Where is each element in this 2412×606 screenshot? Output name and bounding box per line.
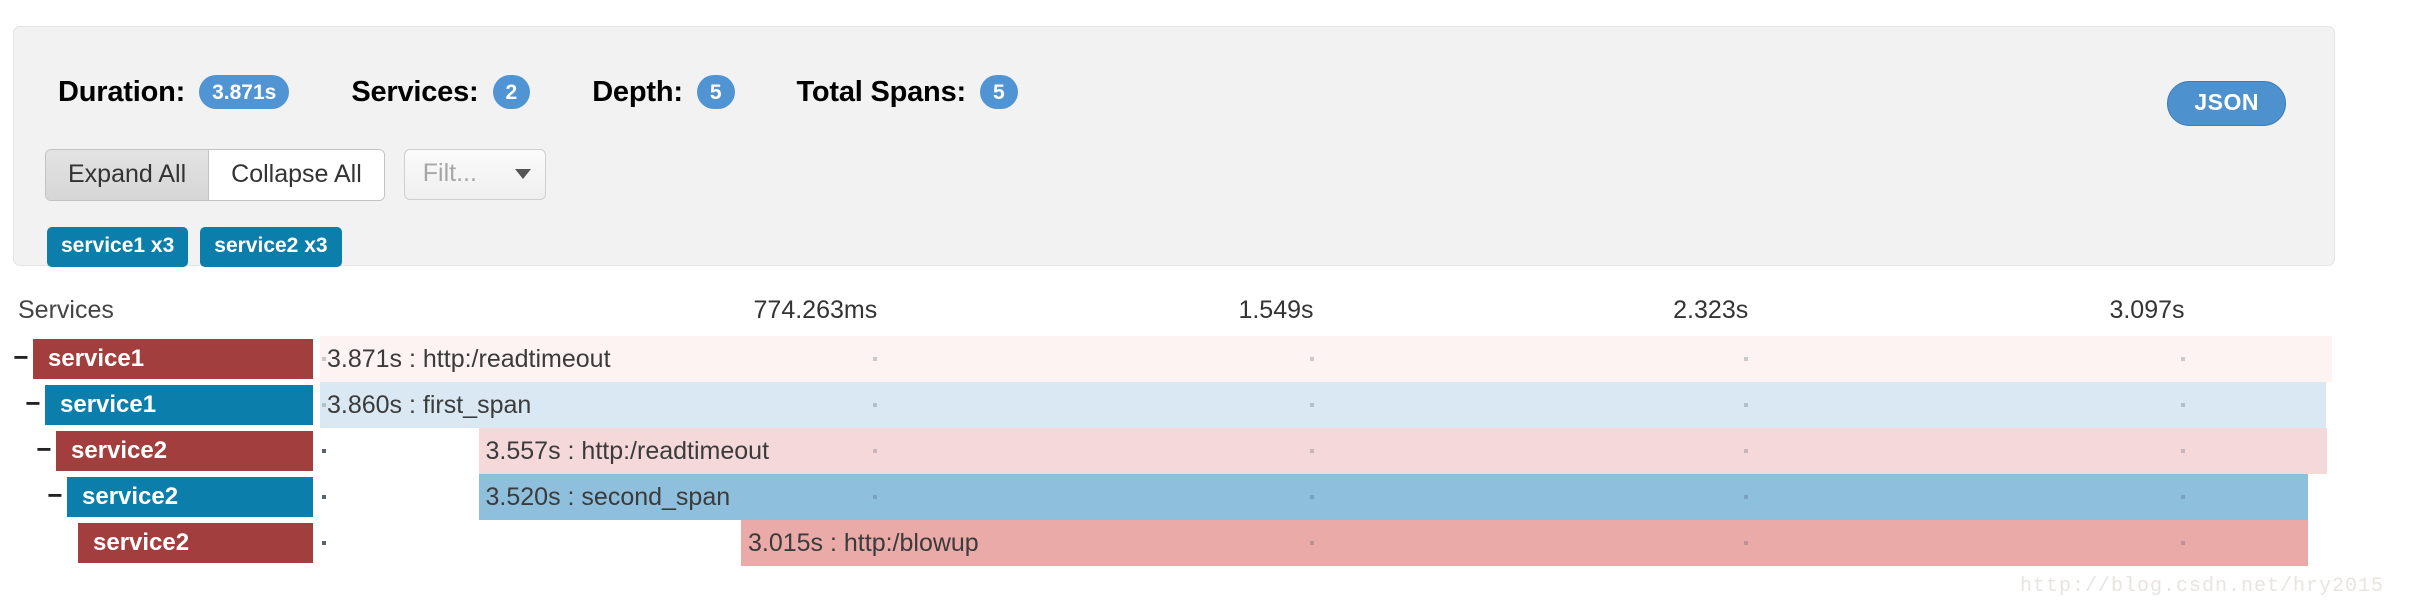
trace-metric: Depth: 5 — [592, 75, 735, 109]
timeline-gridline-dot — [1744, 403, 1749, 407]
timeline-gridline-dot — [2180, 541, 2185, 545]
span-collapse-toggle[interactable]: − — [47, 482, 63, 508]
service-count-badge[interactable]: service1 x3 — [47, 227, 189, 267]
trace-metric-value: 2 — [492, 75, 531, 109]
timeline-gridline-dot — [322, 403, 326, 407]
trace-metrics: Duration: 3.871s Services: 2 Depth: 5 Total Sp… — [58, 75, 1080, 109]
timeline-gridline-dot — [322, 357, 326, 361]
timeline-gridline-dot — [873, 403, 878, 407]
timeline-gridline-dot — [1309, 449, 1314, 453]
timeline-gridline-dot — [1744, 541, 1749, 545]
span-collapse-toggle[interactable]: − — [25, 390, 41, 416]
trace-metric-value: 5 — [696, 75, 735, 109]
trace-metric-value: 3.871s — [199, 75, 290, 109]
span-duration-bar[interactable]: 3.871s : http:/readtimeout — [320, 336, 2332, 382]
span-duration-bar[interactable]: 3.557s : http:/readtimeout — [478, 428, 2328, 474]
timeline-gridline-dot — [1309, 541, 1314, 545]
trace-metric-label: Duration: — [58, 75, 186, 108]
service-count-badges: service1 x3 service2 x3 — [47, 227, 354, 267]
timeline-gridline-dot — [873, 357, 878, 361]
timeline-tick-label: 774.263ms — [753, 296, 878, 324]
collapse-all-button[interactable]: Collapse All — [209, 150, 384, 200]
trace-summary-panel: Duration: 3.871s Services: 2 Depth: 5 Total Sp… — [13, 26, 2335, 267]
expand-collapse-button-group: Expand All Collapse All — [45, 149, 385, 201]
span-service-label[interactable]: service2 — [78, 523, 313, 563]
span-service-label[interactable]: service1 — [45, 385, 313, 425]
span-row[interactable]: − service2 3.520s : second_span — [0, 474, 2412, 520]
timeline-gridline-dot — [1744, 357, 1749, 361]
timeline-gridline-dot — [2180, 449, 2185, 453]
span-rows-list: − service1 3.871s : http:/readtimeout − serv… — [0, 336, 2412, 566]
timeline-gridline-dot — [322, 449, 326, 453]
timeline-gridline-dot — [1309, 495, 1314, 499]
timeline-gridline-dot — [2180, 357, 2185, 361]
trace-controls: Expand All Collapse All Filt... — [45, 149, 546, 201]
span-duration-bar[interactable]: 3.520s : second_span — [478, 474, 2309, 520]
timeline-gridline-dot — [873, 541, 878, 545]
timeline-header: Services 774.263ms1.549s2.323s3.097s3.87… — [0, 296, 2412, 334]
timeline-tick-label: 2.323s — [1673, 296, 1749, 324]
json-button[interactable]: JSON — [2167, 81, 2286, 126]
timeline-gridline-dot — [1309, 357, 1314, 361]
expand-all-button[interactable]: Expand All — [46, 150, 210, 200]
trace-metric: Total Spans: 5 — [797, 75, 1018, 109]
trace-metric: Duration: 3.871s — [58, 75, 290, 109]
span-service-label[interactable]: service2 — [67, 477, 313, 517]
span-service-label[interactable]: service2 — [56, 431, 313, 471]
span-collapse-toggle[interactable]: − — [36, 436, 52, 462]
services-column-header: Services — [18, 296, 114, 324]
span-duration-bar[interactable]: 3.015s : http:/blowup — [741, 520, 2309, 566]
timeline-gridline-dot — [322, 495, 326, 499]
span-row[interactable]: service2 3.015s : http:/blowup — [0, 520, 2412, 566]
filter-service-select[interactable]: Filt... — [403, 149, 546, 200]
span-row[interactable]: − service1 3.860s : first_span — [0, 382, 2412, 428]
trace-metric-label: Services: — [351, 75, 479, 108]
timeline-gridline-dot — [2180, 403, 2185, 407]
span-row[interactable]: − service2 3.557s : http:/readtimeout — [0, 428, 2412, 474]
timeline-gridline-dot — [873, 449, 878, 453]
chevron-down-icon — [514, 168, 531, 179]
timeline-gridline-dot — [1309, 403, 1314, 407]
trace-metric-value: 5 — [979, 75, 1018, 109]
timeline-gridline-dot — [1744, 449, 1749, 453]
span-collapse-toggle[interactable]: − — [13, 344, 29, 370]
trace-metric: Services: 2 — [351, 75, 531, 109]
timeline-tick-label: 1.549s — [1238, 296, 1314, 324]
span-row[interactable]: − service1 3.871s : http:/readtimeout — [0, 336, 2412, 382]
service-count-badge[interactable]: service2 x3 — [200, 227, 342, 267]
timeline-gridline-dot — [322, 541, 326, 545]
watermark: http://blog.csdn.net/hry2015 — [2019, 575, 2384, 598]
trace-metric-label: Total Spans: — [796, 75, 967, 108]
timeline-gridline-dot — [873, 495, 878, 499]
timeline-gridline-dot — [2180, 495, 2185, 499]
filter-select-label: Filt... — [422, 159, 477, 187]
span-duration-bar[interactable]: 3.860s : first_span — [320, 382, 2327, 428]
trace-metric-label: Depth: — [592, 75, 683, 108]
span-service-label[interactable]: service1 — [33, 339, 313, 379]
timeline-tick-label: 3.097s — [2109, 296, 2185, 324]
timeline-gridline-dot — [1744, 495, 1749, 499]
